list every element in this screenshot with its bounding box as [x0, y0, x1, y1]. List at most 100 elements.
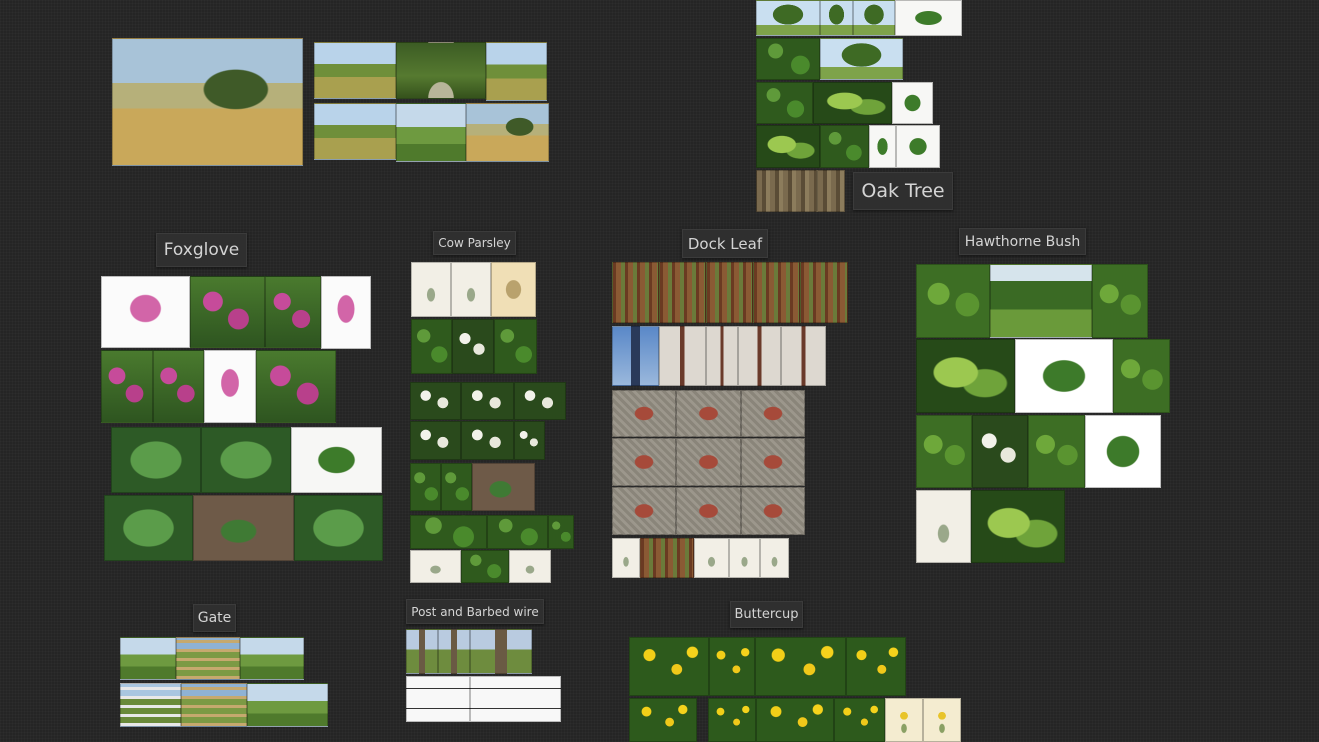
hawthorne-image[interactable]	[916, 264, 990, 338]
gate-image[interactable]	[120, 637, 176, 680]
foxglove-image[interactable]	[291, 427, 382, 493]
post-image[interactable]	[470, 629, 532, 674]
gate-image[interactable]	[181, 683, 247, 727]
hawthorne-image[interactable]	[990, 264, 1092, 338]
foxglove-image[interactable]	[104, 495, 193, 561]
buttercup-image[interactable]	[629, 698, 697, 742]
landscape-photo[interactable]	[314, 103, 396, 160]
cow-parsley-title[interactable]: Cow Parsley	[433, 231, 516, 255]
foxglove-image[interactable]	[201, 427, 291, 493]
post-image[interactable]	[438, 629, 470, 674]
hawthorne-image[interactable]	[1015, 339, 1113, 413]
foxglove-image[interactable]	[101, 350, 153, 423]
foxglove-image[interactable]	[265, 276, 321, 348]
oak-image[interactable]	[853, 0, 895, 36]
cow-parsley-image[interactable]	[410, 421, 461, 460]
cow-parsley-image[interactable]	[514, 421, 545, 460]
buttercup-image[interactable]	[756, 698, 834, 742]
hawthorne-image[interactable]	[1028, 415, 1085, 488]
landscape-photo[interactable]	[486, 42, 547, 101]
landscape-painting-image[interactable]	[112, 38, 303, 166]
foxglove-image[interactable]	[193, 495, 294, 561]
buttercup-image[interactable]	[834, 698, 885, 742]
landscape-photo[interactable]	[396, 42, 486, 99]
cow-parsley-image[interactable]	[452, 319, 494, 374]
oak-image[interactable]	[895, 0, 962, 36]
foxglove-title[interactable]: Foxglove	[156, 233, 247, 267]
dock-leaf-image[interactable]	[706, 262, 753, 323]
hawthorne-image[interactable]	[916, 490, 971, 563]
oak-image[interactable]	[817, 170, 845, 212]
dock-leaf-image[interactable]	[676, 438, 741, 486]
dock-leaf-image[interactable]	[676, 390, 741, 437]
cow-parsley-image[interactable]	[410, 463, 441, 511]
dock-leaf-image[interactable]	[676, 487, 741, 535]
buttercup-image[interactable]	[923, 698, 961, 742]
oak-image[interactable]	[820, 125, 869, 168]
dock-leaf-image[interactable]	[781, 326, 826, 386]
landscape-photo[interactable]	[314, 42, 396, 99]
dock-leaf-image[interactable]	[612, 262, 659, 323]
hawthorne-image[interactable]	[1113, 339, 1170, 413]
foxglove-image[interactable]	[256, 350, 336, 423]
oak-image[interactable]	[820, 38, 903, 80]
landscape-photo[interactable]	[466, 103, 549, 162]
oak-image[interactable]	[892, 82, 933, 124]
cow-parsley-image[interactable]	[472, 463, 535, 511]
dock-leaf-image[interactable]	[729, 538, 760, 578]
buttercup-image[interactable]	[755, 637, 846, 696]
foxglove-image[interactable]	[294, 495, 383, 561]
dock-leaf-image[interactable]	[659, 326, 706, 386]
cow-parsley-image[interactable]	[514, 382, 566, 420]
foxglove-image[interactable]	[153, 350, 204, 423]
dock-leaf-image[interactable]	[800, 262, 848, 323]
dock-leaf-image[interactable]	[753, 262, 800, 323]
dock-leaf-image[interactable]	[741, 390, 805, 437]
dock-leaf-image[interactable]	[659, 262, 706, 323]
foxglove-image[interactable]	[111, 427, 201, 493]
dock-leaf-image[interactable]	[694, 538, 729, 578]
oak-image[interactable]	[756, 0, 820, 36]
cow-parsley-image[interactable]	[548, 515, 574, 549]
hawthorne-image[interactable]	[916, 339, 1015, 413]
hawthorne-image[interactable]	[1085, 415, 1161, 488]
oak-image[interactable]	[896, 125, 940, 168]
cow-parsley-image[interactable]	[410, 515, 487, 549]
cow-parsley-image[interactable]	[487, 515, 548, 549]
dock-leaf-image[interactable]	[640, 538, 694, 578]
oak-tree-title[interactable]: Oak Tree	[853, 172, 953, 210]
buttercup-image[interactable]	[629, 637, 709, 696]
cow-parsley-image[interactable]	[461, 550, 509, 583]
cow-parsley-image[interactable]	[410, 550, 461, 583]
dock-leaf-image[interactable]	[612, 326, 659, 386]
post-barbed-wire-title[interactable]: Post and Barbed wire	[406, 599, 544, 624]
oak-image[interactable]	[756, 82, 813, 124]
dock-leaf-image[interactable]	[738, 326, 781, 386]
gate-image[interactable]	[176, 637, 240, 680]
gate-image[interactable]	[120, 683, 181, 727]
cow-parsley-image[interactable]	[494, 319, 537, 374]
buttercup-image[interactable]	[885, 698, 923, 742]
foxglove-image[interactable]	[321, 276, 371, 349]
dock-leaf-image[interactable]	[612, 538, 640, 578]
buttercup-image[interactable]	[708, 698, 756, 742]
buttercup-image[interactable]	[709, 637, 755, 696]
buttercup-image[interactable]	[846, 637, 906, 696]
foxglove-image[interactable]	[204, 350, 256, 423]
hawthorne-image[interactable]	[972, 415, 1028, 488]
gate-image[interactable]	[247, 683, 328, 727]
barbed-wire-image[interactable]	[406, 676, 470, 722]
barbed-wire-image[interactable]	[470, 676, 561, 722]
cow-parsley-image[interactable]	[461, 421, 514, 460]
dock-leaf-image[interactable]	[612, 487, 676, 535]
buttercup-title[interactable]: Buttercup	[730, 601, 803, 628]
hawthorne-image[interactable]	[1092, 264, 1148, 338]
dock-leaf-image[interactable]	[760, 538, 789, 578]
dock-leaf-image[interactable]	[612, 438, 676, 486]
cow-parsley-image[interactable]	[451, 262, 491, 317]
cow-parsley-image[interactable]	[491, 262, 536, 317]
oak-image[interactable]	[756, 170, 817, 212]
dock-leaf-title[interactable]: Dock Leaf	[682, 229, 768, 258]
hawthorne-bush-title[interactable]: Hawthorne Bush	[959, 228, 1086, 255]
cow-parsley-image[interactable]	[461, 382, 514, 420]
